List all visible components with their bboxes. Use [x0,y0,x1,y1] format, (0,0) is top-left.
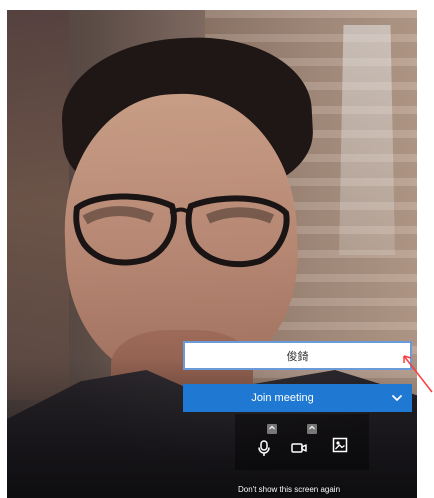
red-arrow-annotation [403,355,433,393]
dont-show-again-link[interactable]: Don't show this screen again [238,485,340,495]
camera-icon[interactable] [290,439,308,457]
caret-up-icon [267,420,277,438]
caret-up-icon [307,420,317,438]
camera-options-button[interactable] [307,424,317,434]
background-effects-icon[interactable] [332,437,348,453]
background-cloth [339,25,395,255]
join-meeting-label: Join meeting [251,392,314,404]
join-screen: Join meeting [7,10,417,498]
microphone-options-button[interactable] [267,424,277,434]
media-controls [235,414,369,470]
join-meeting-button[interactable]: Join meeting [183,384,412,412]
microphone-icon[interactable] [255,439,273,457]
curtain-area [7,10,69,400]
display-name-input[interactable] [183,341,412,370]
